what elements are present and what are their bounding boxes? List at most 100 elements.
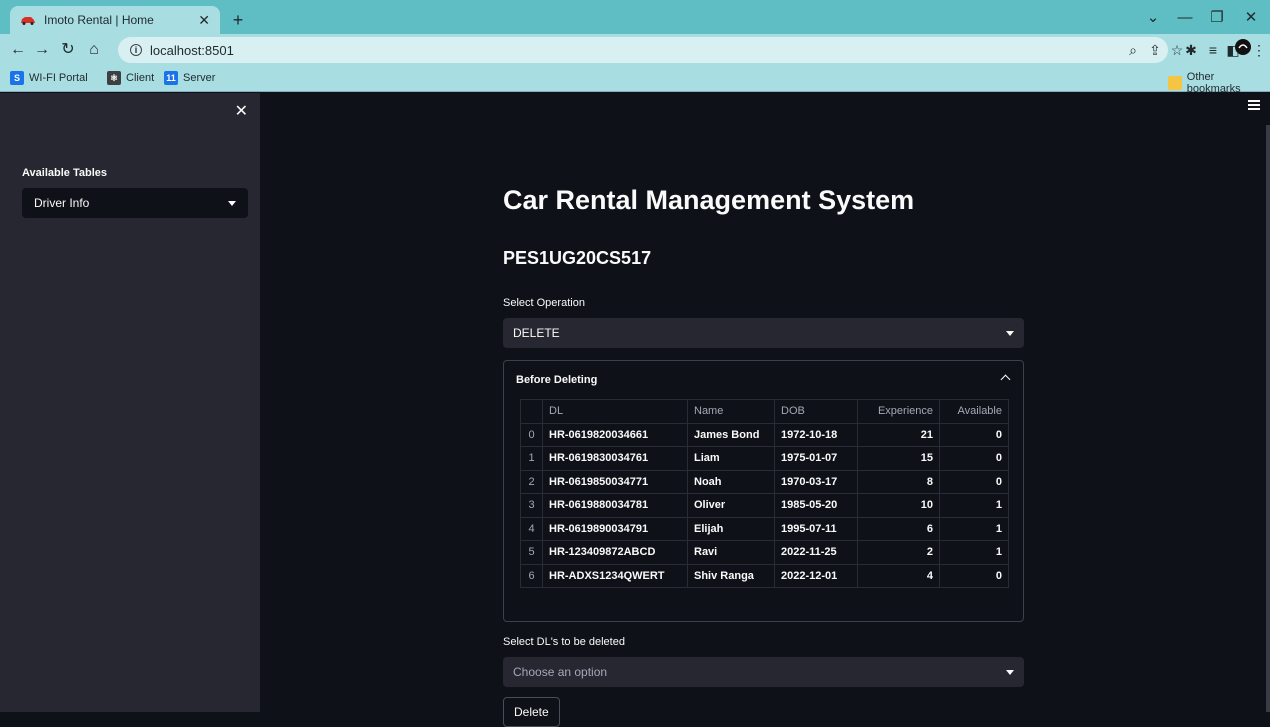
- cell-dob[interactable]: 1985-05-20: [774, 493, 858, 518]
- column-header[interactable]: Name: [687, 399, 775, 424]
- cell-experience[interactable]: 10: [857, 493, 940, 518]
- cell-dl[interactable]: HR-0619890034791: [542, 516, 688, 541]
- zoom-icon[interactable]: ⌕: [1122, 39, 1144, 61]
- dl-select-placeholder: Choose an option: [513, 665, 608, 679]
- row-index: 6: [520, 563, 543, 588]
- cell-experience[interactable]: 2: [857, 540, 940, 565]
- minimize-icon[interactable]: —: [1170, 6, 1200, 30]
- dl-select-label: Select DL's to be deleted: [503, 636, 625, 648]
- column-header[interactable]: DOB: [774, 399, 858, 424]
- bookmark-label: WI-FI Portal: [29, 72, 88, 84]
- bookmark-wifi-portal[interactable]: S WI-FI Portal: [10, 71, 88, 85]
- cell-experience[interactable]: 8: [857, 469, 940, 494]
- table-row[interactable]: 3 HR-0619880034781 Oliver 1985-05-20 10 1: [520, 493, 1009, 518]
- cell-name[interactable]: Noah: [687, 469, 775, 494]
- expander-title[interactable]: Before Deleting: [516, 374, 597, 386]
- sidebar: ✕ Available Tables Driver Info: [0, 93, 260, 712]
- cell-available[interactable]: 0: [939, 563, 1009, 588]
- table-row[interactable]: 0 HR-0619820034661 James Bond 1972-10-18 21 0: [520, 422, 1009, 447]
- cell-name[interactable]: Liam: [687, 446, 775, 471]
- back-icon[interactable]: ←: [6, 38, 30, 62]
- table-row[interactable]: 4 HR-0619890034791 Elijah 1995-07-11 6 1: [520, 516, 1009, 541]
- close-window-icon[interactable]: ✕: [1236, 6, 1266, 30]
- share-icon[interactable]: ⇪: [1144, 39, 1166, 61]
- cell-available[interactable]: 1: [939, 540, 1009, 565]
- bookmark-label: Server: [183, 72, 216, 84]
- cell-dob[interactable]: 1975-01-07: [774, 446, 858, 471]
- cell-dl[interactable]: HR-123409872ABCD: [542, 540, 688, 565]
- address-bar[interactable]: i localhost:8501: [118, 37, 1168, 63]
- cell-available[interactable]: 0: [939, 469, 1009, 494]
- car-icon: [21, 17, 35, 25]
- cell-available[interactable]: 0: [939, 422, 1009, 447]
- cell-experience[interactable]: 6: [857, 516, 940, 541]
- row-index: 4: [520, 516, 543, 541]
- reload-icon[interactable]: ↻: [56, 38, 80, 62]
- cell-dl[interactable]: HR-0619820034661: [542, 422, 688, 447]
- cell-dob[interactable]: 1995-07-11: [774, 516, 858, 541]
- table-row[interactable]: 1 HR-0619830034761 Liam 1975-01-07 15 0: [520, 446, 1009, 471]
- other-bookmarks[interactable]: Other bookmarks: [1168, 71, 1270, 95]
- extensions-icon[interactable]: ✱: [1180, 39, 1202, 61]
- bookmark-client[interactable]: ⚛ Client: [107, 71, 154, 85]
- index-header: [520, 399, 543, 424]
- cell-dl[interactable]: HR-ADXS1234QWERT: [542, 563, 688, 588]
- close-tab-icon[interactable]: ✕: [198, 12, 210, 29]
- cell-available[interactable]: 0: [939, 446, 1009, 471]
- column-header[interactable]: Available: [939, 399, 1009, 424]
- tab-search-icon[interactable]: ⌄: [1138, 6, 1168, 30]
- menu-kebab-icon[interactable]: ⋮: [1248, 39, 1270, 61]
- cell-dl[interactable]: HR-0619850034771: [542, 469, 688, 494]
- dl-multiselect[interactable]: Choose an option: [503, 657, 1024, 687]
- folder-icon: [1168, 76, 1182, 90]
- cell-name[interactable]: Ravi: [687, 540, 775, 565]
- column-header[interactable]: DL: [542, 399, 688, 424]
- cell-experience[interactable]: 15: [857, 446, 940, 471]
- bookmark-server[interactable]: 11 Server: [164, 71, 215, 85]
- operation-value: DELETE: [513, 326, 560, 340]
- sidebar-table-label: Available Tables: [22, 167, 107, 179]
- cell-dl[interactable]: HR-0619830034761: [542, 446, 688, 471]
- row-index: 0: [520, 422, 543, 447]
- client-icon: ⚛: [107, 71, 121, 85]
- cell-dob[interactable]: 2022-11-25: [774, 540, 858, 565]
- chevron-up-icon[interactable]: [1000, 374, 1011, 385]
- new-tab-icon[interactable]: +: [226, 8, 250, 32]
- browser-tab[interactable]: Imoto Rental | Home ✕: [10, 6, 220, 34]
- page-subtitle: PES1UG20CS517: [503, 248, 652, 268]
- site-info-icon[interactable]: i: [130, 44, 142, 56]
- hamburger-menu-icon[interactable]: [1248, 100, 1260, 110]
- cell-dob[interactable]: 1970-03-17: [774, 469, 858, 494]
- close-sidebar-icon[interactable]: ✕: [235, 101, 248, 121]
- page-scrollbar[interactable]: [1266, 125, 1270, 712]
- table-row[interactable]: 6 HR-ADXS1234QWERT Shiv Ranga 2022-12-01 4 0: [520, 563, 1009, 588]
- table-row[interactable]: 2 HR-0619850034771 Noah 1970-03-17 8 0: [520, 469, 1009, 494]
- restore-icon[interactable]: ❐: [1202, 6, 1232, 30]
- operation-select[interactable]: DELETE: [503, 318, 1024, 348]
- row-index: 5: [520, 540, 543, 565]
- cell-name[interactable]: Elijah: [687, 516, 775, 541]
- cell-name[interactable]: Oliver: [687, 493, 775, 518]
- cell-name[interactable]: Shiv Ranga: [687, 563, 775, 588]
- cell-dob[interactable]: 2022-12-01: [774, 563, 858, 588]
- cell-dl[interactable]: HR-0619880034781: [542, 493, 688, 518]
- row-index: 3: [520, 493, 543, 518]
- before-deleting-expander: Before Deleting DL Name DOB Experience A…: [503, 360, 1024, 622]
- table-row[interactable]: 5 HR-123409872ABCD Ravi 2022-11-25 2 1: [520, 540, 1009, 565]
- column-header[interactable]: Experience: [857, 399, 940, 424]
- reading-list-icon[interactable]: ≡: [1202, 39, 1224, 61]
- other-bookmarks-label: Other bookmarks: [1186, 71, 1241, 95]
- table-header-row: DL Name DOB Experience Available: [520, 399, 1009, 424]
- forward-icon[interactable]: →: [30, 38, 54, 62]
- cell-available[interactable]: 1: [939, 493, 1009, 518]
- cell-available[interactable]: 1: [939, 516, 1009, 541]
- cell-dob[interactable]: 1972-10-18: [774, 422, 858, 447]
- table-select-value: Driver Info: [34, 196, 90, 210]
- server-icon: 11: [164, 71, 178, 85]
- table-select[interactable]: Driver Info: [22, 188, 248, 218]
- cell-name[interactable]: James Bond: [687, 422, 775, 447]
- delete-button[interactable]: Delete: [503, 697, 560, 727]
- cell-experience[interactable]: 21: [857, 422, 940, 447]
- cell-experience[interactable]: 4: [857, 563, 940, 588]
- home-icon[interactable]: ⌂: [82, 38, 106, 62]
